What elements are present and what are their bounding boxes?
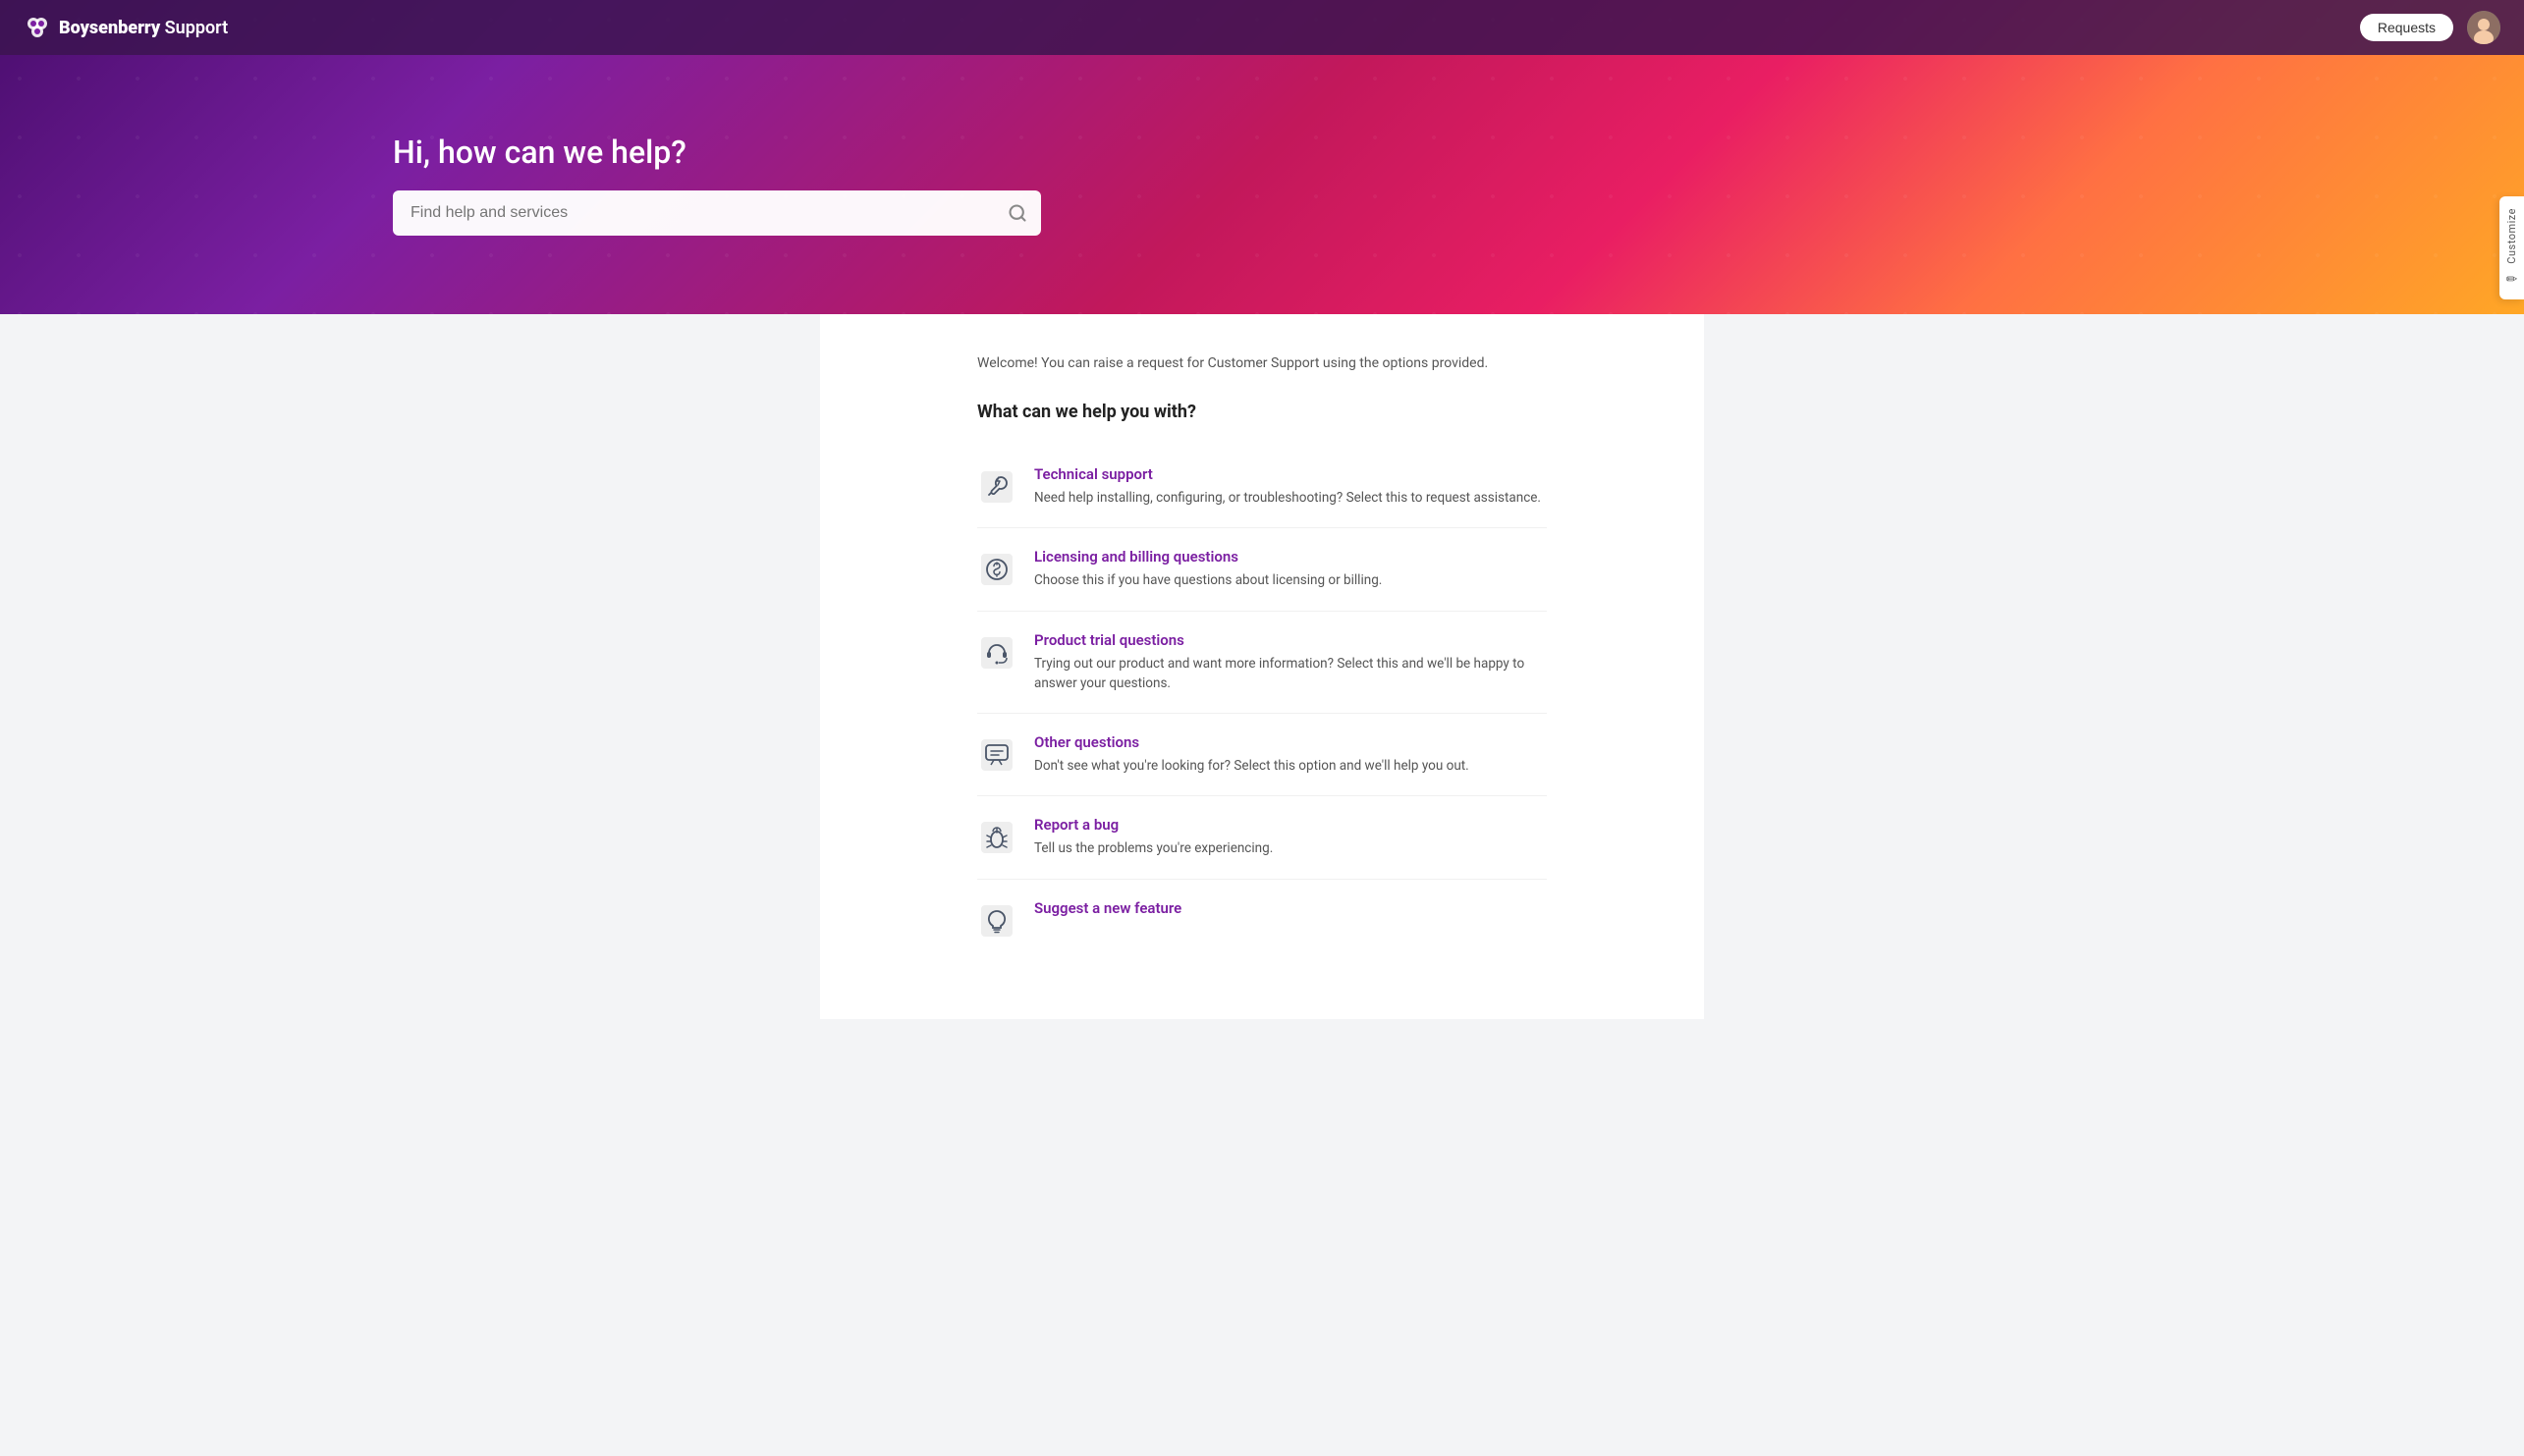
category-title-product-trial[interactable]: Product trial questions (1034, 631, 1547, 649)
logo-name: Boysenberry Support (59, 18, 228, 38)
section-title: What can we help you with? (977, 402, 1547, 422)
category-content-licensing-billing: Licensing and billing questions Choose t… (1034, 548, 1382, 590)
search-input[interactable] (393, 190, 1041, 236)
category-item-technical-support[interactable]: Technical support Need help installing, … (977, 446, 1547, 528)
bug-icon (977, 818, 1016, 857)
category-desc-report-bug: Tell us the problems you're experiencing… (1034, 838, 1273, 858)
category-title-licensing-billing[interactable]: Licensing and billing questions (1034, 548, 1382, 566)
category-item-product-trial[interactable]: Product trial questions Trying out our p… (977, 612, 1547, 715)
category-content-product-trial: Product trial questions Trying out our p… (1034, 631, 1547, 694)
category-title-other-questions[interactable]: Other questions (1034, 733, 1469, 751)
avatar-image (2467, 11, 2500, 44)
category-item-licensing-billing[interactable]: Licensing and billing questions Choose t… (977, 528, 1547, 611)
category-desc-technical-support: Need help installing, configuring, or tr… (1034, 488, 1541, 508)
category-desc-product-trial: Trying out our product and want more inf… (1034, 654, 1547, 694)
category-list: Technical support Need help installing, … (977, 446, 1547, 960)
category-desc-licensing-billing: Choose this if you have questions about … (1034, 570, 1382, 590)
avatar[interactable] (2467, 11, 2500, 44)
category-content-technical-support: Technical support Need help installing, … (1034, 465, 1541, 508)
chat-icon (977, 735, 1016, 775)
search-icon (1008, 203, 1027, 223)
hero-title: Hi, how can we help? (393, 134, 686, 171)
welcome-text: Welcome! You can raise a request for Cus… (977, 353, 1547, 374)
category-desc-other-questions: Don't see what you're looking for? Selec… (1034, 756, 1469, 776)
category-item-other-questions[interactable]: Other questions Don't see what you're lo… (977, 714, 1547, 796)
category-content-report-bug: Report a bug Tell us the problems you're… (1034, 816, 1273, 858)
tools-icon (977, 467, 1016, 507)
headset-icon (977, 633, 1016, 673)
header-actions: Requests (2360, 11, 2500, 44)
pencil-icon: ✏ (2506, 272, 2518, 288)
category-content-other-questions: Other questions Don't see what you're lo… (1034, 733, 1469, 776)
customize-sidebar[interactable]: Customize ✏ (2499, 196, 2524, 299)
search-bar (393, 190, 1041, 236)
logo[interactable]: Boysenberry Support (24, 14, 228, 41)
requests-button[interactable]: Requests (2360, 14, 2453, 41)
main-content: Welcome! You can raise a request for Cus… (820, 314, 1704, 1019)
category-title-report-bug[interactable]: Report a bug (1034, 816, 1273, 834)
search-button[interactable] (1008, 203, 1027, 223)
customize-label: Customize (2505, 208, 2518, 264)
category-content-suggest-feature: Suggest a new feature (1034, 899, 1181, 922)
header: Boysenberry Support Requests (0, 0, 2524, 55)
logo-icon (24, 14, 51, 41)
category-title-suggest-feature[interactable]: Suggest a new feature (1034, 899, 1181, 917)
dollar-icon (977, 550, 1016, 589)
category-item-report-bug[interactable]: Report a bug Tell us the problems you're… (977, 796, 1547, 879)
category-item-suggest-feature[interactable]: Suggest a new feature (977, 880, 1547, 960)
lightbulb-icon (977, 901, 1016, 941)
category-title-technical-support[interactable]: Technical support (1034, 465, 1541, 483)
